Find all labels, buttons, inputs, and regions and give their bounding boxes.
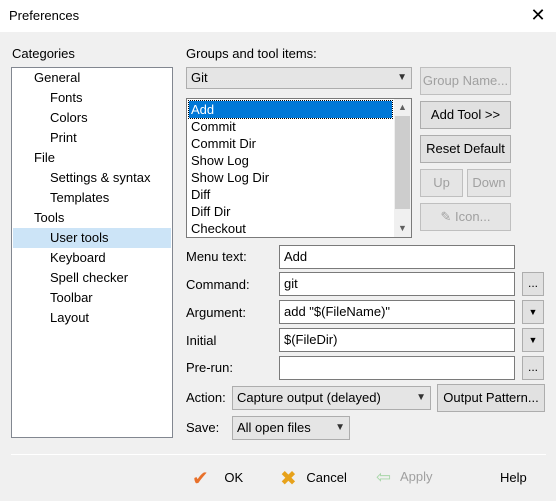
list-item-commit[interactable]: Commit	[189, 118, 236, 135]
list-item-add[interactable]: Add	[188, 100, 393, 119]
tree-item-tools[interactable]: Tools	[34, 208, 64, 228]
tree-item-toolbar[interactable]: Toolbar	[50, 288, 93, 308]
tool-items-list[interactable]: Add Commit Commit Dir Show Log Show Log …	[186, 98, 412, 238]
title-bar	[0, 0, 556, 32]
tree-item-settings-syntax[interactable]: Settings & syntax	[50, 168, 150, 188]
tree-item-colors[interactable]: Colors	[50, 108, 88, 128]
action-select-value: Capture output (delayed)	[237, 390, 381, 405]
tree-item-spell-checker[interactable]: Spell checker	[50, 268, 128, 288]
checkmark-icon: ✔	[192, 468, 209, 490]
close-icon[interactable]: ✕	[527, 4, 549, 26]
tree-item-label: User tools	[50, 230, 109, 245]
icon-button[interactable]: ✎ Icon...	[420, 203, 511, 231]
menu-text-label: Menu text:	[186, 249, 247, 264]
apply-button[interactable]: ⇦ Apply	[376, 467, 433, 488]
tree-item-keyboard[interactable]: Keyboard	[50, 248, 106, 268]
chevron-down-icon: ▼	[416, 392, 426, 403]
reset-default-button[interactable]: Reset Default	[420, 135, 511, 163]
list-scrollbar[interactable]: ▲ ▼	[394, 99, 411, 237]
argument-dropdown-button[interactable]: ▼	[522, 300, 544, 324]
list-item-diff-dir[interactable]: Diff Dir	[189, 203, 230, 220]
icon-button-label: Icon...	[455, 209, 491, 224]
list-item-diff[interactable]: Diff	[189, 186, 210, 203]
x-mark-icon: ✖	[280, 468, 297, 490]
command-label: Command:	[186, 277, 250, 292]
scroll-up-icon[interactable]: ▲	[394, 99, 411, 116]
add-tool-button[interactable]: Add Tool >>	[420, 101, 511, 129]
back-arrow-icon: ⇦	[376, 467, 392, 487]
up-button[interactable]: Up	[420, 169, 463, 197]
help-button[interactable]: Help	[500, 470, 527, 485]
initial-dropdown-button[interactable]: ▼	[522, 328, 544, 352]
chevron-down-icon: ▼	[335, 422, 345, 433]
save-label: Save:	[186, 420, 220, 435]
command-field[interactable]: git	[279, 272, 515, 296]
menu-text-field[interactable]: Add	[279, 245, 515, 269]
scroll-down-icon[interactable]: ▼	[394, 220, 411, 237]
cancel-button[interactable]: ✖ Cancel	[280, 466, 347, 491]
prerun-browse-button[interactable]: ...	[522, 356, 544, 380]
initial-label: Initial	[186, 333, 217, 348]
command-browse-button[interactable]: ...	[522, 272, 544, 296]
wrench-icon: ✎	[440, 209, 452, 224]
categories-tree[interactable]: General Fonts Colors Print File Settings…	[11, 67, 173, 438]
list-item-show-log-dir[interactable]: Show Log Dir	[189, 169, 269, 186]
action-select[interactable]: Capture output (delayed) ▼	[232, 386, 431, 410]
window-title: Preferences	[9, 8, 80, 23]
footer-separator	[11, 454, 546, 455]
prerun-label: Pre-run:	[186, 360, 233, 375]
group-select[interactable]: Git ▼	[186, 67, 412, 89]
categories-label: Categories	[12, 46, 75, 61]
tree-item-print[interactable]: Print	[50, 128, 77, 148]
apply-label: Apply	[400, 469, 433, 484]
tree-item-user-tools[interactable]: User tools	[13, 228, 171, 248]
tree-item-layout[interactable]: Layout	[50, 308, 89, 328]
group-select-value: Git	[191, 70, 208, 85]
chevron-down-icon: ▼	[528, 307, 538, 317]
groups-label: Groups and tool items:	[186, 46, 317, 61]
scrollbar-thumb[interactable]	[395, 116, 410, 209]
action-label: Action:	[186, 390, 226, 405]
argument-field[interactable]: add "$(FileName)"	[279, 300, 515, 324]
initial-field[interactable]: $(FileDir)	[279, 328, 515, 352]
group-name-button[interactable]: Group Name...	[420, 67, 511, 95]
list-item-commit-dir[interactable]: Commit Dir	[189, 135, 256, 152]
tree-item-fonts[interactable]: Fonts	[50, 88, 83, 108]
list-item-checkout[interactable]: Checkout	[189, 220, 246, 237]
save-select[interactable]: All open files ▼	[232, 416, 350, 440]
tree-item-file[interactable]: File	[34, 148, 55, 168]
ok-label: OK	[224, 470, 244, 485]
argument-label: Argument:	[186, 305, 246, 320]
tree-item-general[interactable]: General	[34, 68, 80, 88]
ok-button[interactable]: ✔ OK	[192, 466, 243, 491]
save-select-value: All open files	[237, 420, 311, 435]
prerun-field[interactable]	[279, 356, 515, 380]
chevron-down-icon: ▼	[397, 72, 407, 83]
down-button[interactable]: Down	[467, 169, 511, 197]
cancel-label: Cancel	[306, 470, 347, 485]
output-pattern-button[interactable]: Output Pattern...	[437, 384, 545, 412]
list-item-show-log[interactable]: Show Log	[189, 152, 249, 169]
tree-item-templates[interactable]: Templates	[50, 188, 109, 208]
chevron-down-icon: ▼	[528, 335, 538, 345]
